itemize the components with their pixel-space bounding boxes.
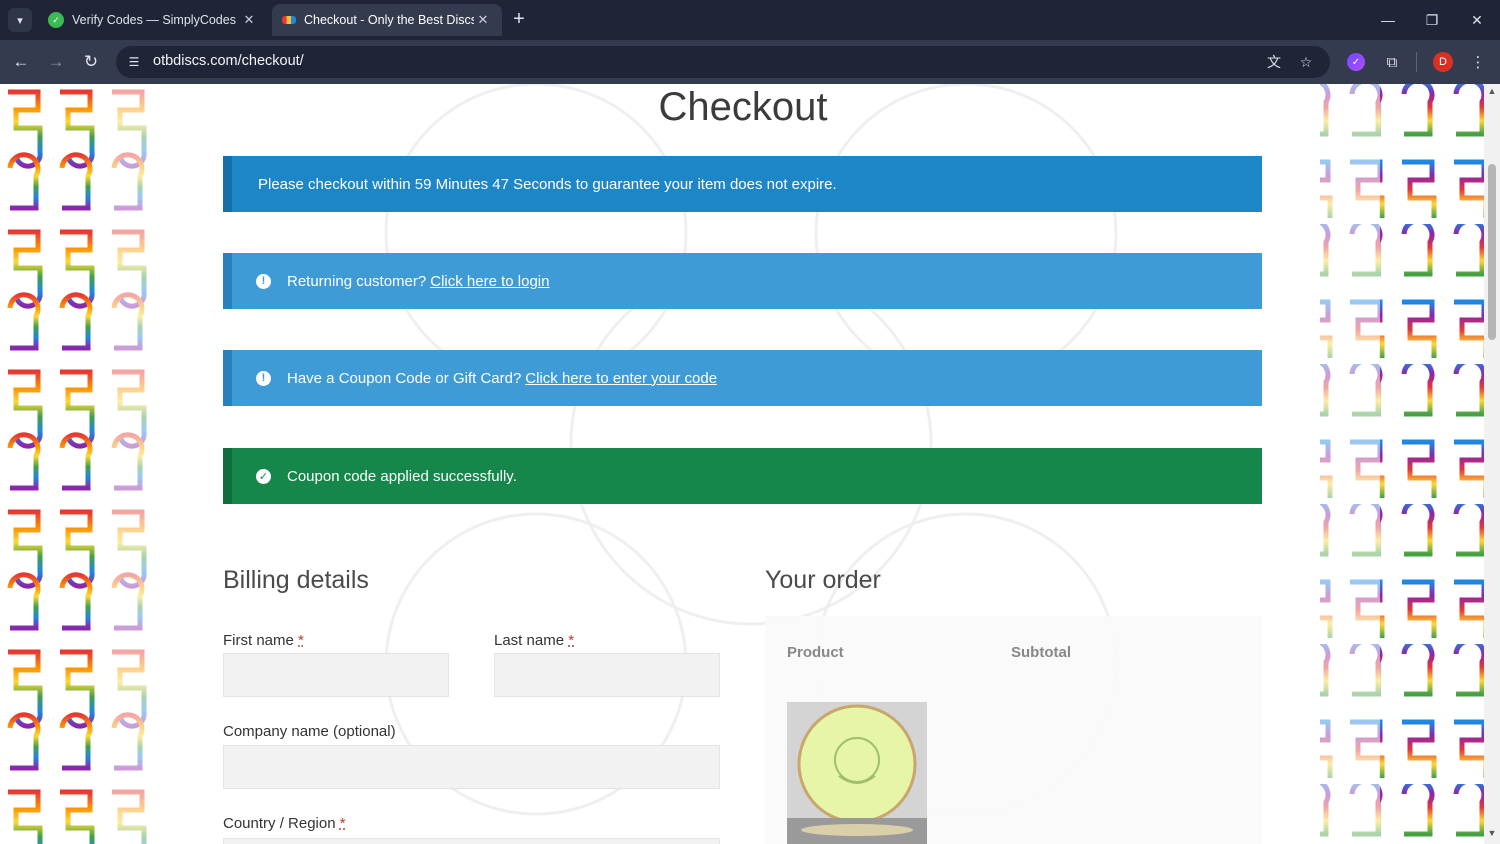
page-title: Checkout <box>658 85 828 129</box>
toolbar-divider <box>1416 52 1417 72</box>
billing-details-heading: Billing details <box>223 566 369 594</box>
subtotal-column-header: Subtotal <box>1011 644 1071 661</box>
login-prompt-text: Returning customer? <box>287 272 427 290</box>
disc-image-svg <box>787 702 927 844</box>
country-region-select[interactable] <box>223 838 720 844</box>
restore-icon[interactable]: ❐ <box>1410 6 1454 34</box>
left-decorative-pattern <box>0 84 160 844</box>
country-region-label: Country / Region * <box>223 815 346 832</box>
notice-accent-bar <box>223 156 232 212</box>
forward-arrow-right-icon[interactable]: → <box>43 49 69 75</box>
extensions-puzzle-icon[interactable]: ⧉ <box>1381 51 1403 73</box>
info-icon: ! <box>256 273 271 289</box>
bookmark-star-icon[interactable]: ☆ <box>1295 51 1317 73</box>
tab-title: Checkout - Only the Best Discs <box>304 13 474 27</box>
profile-avatar[interactable]: D <box>1433 52 1453 72</box>
last-name-input[interactable] <box>494 653 720 697</box>
last-name-label: Last name * <box>494 632 575 649</box>
tab-close-icon[interactable]: ✕ <box>240 12 258 28</box>
reload-icon[interactable]: ↻ <box>78 49 104 75</box>
browser-toolbar: ← → ↻ ☰ otbdiscs.com/checkout/ 文 ☆ ✓ ⧉ D… <box>0 40 1500 84</box>
company-name-label: Company name (optional) <box>223 723 396 740</box>
coupon-notice: ! Have a Coupon Code or Gift Card? Click… <box>223 350 1262 406</box>
back-arrow-left-icon[interactable]: ← <box>8 49 34 75</box>
product-disc-image[interactable] <box>787 702 927 844</box>
success-text: Coupon code applied successfully. <box>287 467 517 485</box>
notice-accent-bar <box>223 253 232 309</box>
window-close-icon[interactable]: ✕ <box>1455 6 1499 34</box>
coupon-success-notice: ✓ Coupon code applied successfully. <box>223 448 1262 504</box>
minimize-icon[interactable]: — <box>1366 6 1410 34</box>
first-name-input[interactable] <box>223 653 449 697</box>
your-order-heading: Your order <box>765 566 881 594</box>
product-column-header: Product <box>787 644 844 661</box>
translate-icon[interactable]: 文 <box>1263 51 1285 73</box>
url-text[interactable]: otbdiscs.com/checkout/ <box>153 53 304 69</box>
returning-customer-notice: ! Returning customer? Click here to logi… <box>223 253 1262 309</box>
scroll-down-arrow-icon[interactable]: ▼ <box>1484 828 1500 842</box>
notice-accent-bar <box>223 350 232 406</box>
required-mark: * <box>298 632 304 649</box>
check-circle-icon: ✓ <box>256 468 271 484</box>
required-mark: * <box>568 632 575 649</box>
simplycodes-favicon-icon: ✓ <box>48 12 64 28</box>
scroll-up-arrow-icon[interactable]: ▲ <box>1484 86 1500 100</box>
tab-title: Verify Codes — SimplyCodes <box>72 13 236 27</box>
tab-simplycodes[interactable]: ✓ Verify Codes — SimplyCodes ✕ <box>38 4 268 36</box>
new-tab-plus-icon[interactable]: + <box>507 8 531 32</box>
notice-accent-bar <box>223 448 232 504</box>
coupon-prompt-text: Have a Coupon Code or Gift Card? <box>287 369 522 387</box>
extension-icon[interactable]: ✓ <box>1347 53 1365 71</box>
kebab-menu-icon[interactable]: ⋮ <box>1467 51 1489 73</box>
timer-text: Please checkout within 59 Minutes 47 Sec… <box>258 175 837 193</box>
required-mark: * <box>339 815 346 832</box>
otb-favicon-icon <box>282 16 296 24</box>
address-bar[interactable]: ☰ otbdiscs.com/checkout/ 文 ☆ <box>116 46 1330 78</box>
info-icon: ! <box>256 370 271 386</box>
page-scrollbar[interactable]: ▲ ▼ <box>1484 84 1500 844</box>
tab-close-icon[interactable]: ✕ <box>474 12 492 28</box>
first-name-label: First name * <box>223 632 304 649</box>
company-name-input[interactable] <box>223 745 720 789</box>
tab-search-chevron-down-icon[interactable]: ▾ <box>8 8 32 32</box>
login-link[interactable]: Click here to login <box>430 273 549 290</box>
enter-coupon-link[interactable]: Click here to enter your code <box>525 370 717 387</box>
right-decorative-pattern <box>1320 84 1484 844</box>
checkout-timer-notice: Please checkout within 59 Minutes 47 Sec… <box>223 156 1262 212</box>
site-info-tune-icon[interactable]: ☰ <box>124 52 144 72</box>
tab-checkout[interactable]: Checkout - Only the Best Discs ✕ <box>272 4 502 36</box>
tab-strip: ▾ ✓ Verify Codes — SimplyCodes ✕ Checkou… <box>0 0 1500 40</box>
page-viewport: Checkout Please checkout within 59 Minut… <box>0 84 1500 844</box>
scrollbar-thumb[interactable] <box>1488 164 1496 340</box>
